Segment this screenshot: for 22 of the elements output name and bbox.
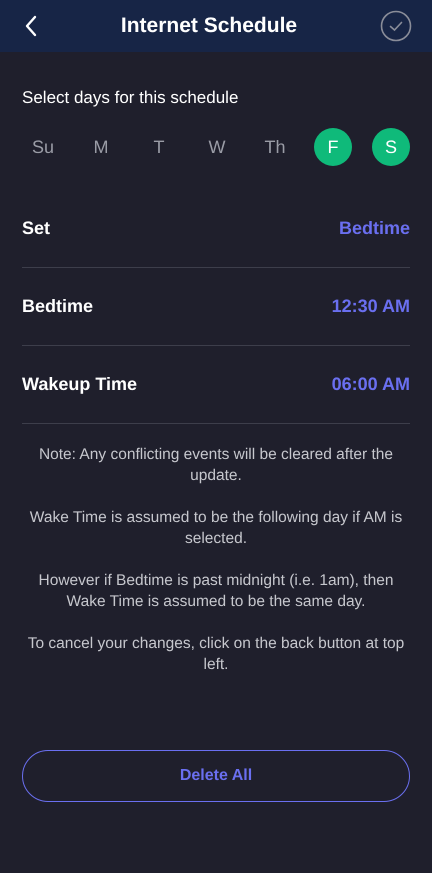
day-toggle[interactable]: M	[82, 128, 120, 166]
day-toggle[interactable]: W	[198, 128, 236, 166]
setting-value[interactable]: 12:30 AM	[332, 296, 410, 317]
day-toggle[interactable]: S	[372, 128, 410, 166]
note-text: To cancel your changes, click on the back button at top left.	[26, 634, 406, 675]
note-text: Wake Time is assumed to be the following day if AM is selected.	[28, 508, 404, 549]
delete-all-button[interactable]: Delete All	[22, 750, 410, 802]
day-toggle[interactable]: F	[314, 128, 352, 166]
setting-value[interactable]: Bedtime	[338, 218, 410, 239]
note-text: Note: Any conflicting events will be cleared after the update.	[38, 445, 394, 486]
day-toggle[interactable]: Th	[256, 128, 294, 166]
setting-value[interactable]: 06:00 AM	[332, 374, 410, 395]
day-toggle[interactable]: Su	[24, 128, 62, 166]
setting-label: Bedtime	[22, 296, 94, 317]
days-label: Select days for this schedule	[22, 88, 240, 108]
setting-label: Wakeup Time	[22, 374, 138, 395]
note-text: However if Bedtime is past midnight (i.e. 1am), then Wake Time is assumed to be the same day.	[38, 571, 394, 612]
day-toggle[interactable]: T	[140, 128, 178, 166]
setting-label: Set	[22, 218, 50, 239]
back-icon[interactable]	[24, 15, 38, 37]
confirm-check-icon[interactable]	[380, 10, 412, 42]
screen-title: Internet Schedule	[120, 14, 298, 38]
